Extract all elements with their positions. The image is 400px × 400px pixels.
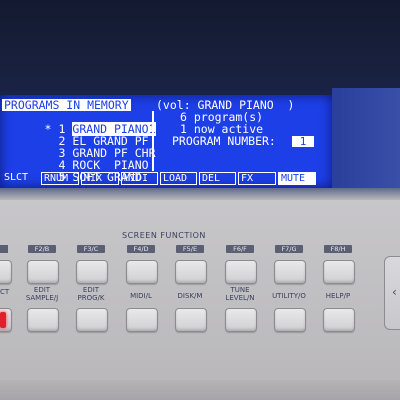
- fkey-label-f2: F2/B: [28, 245, 56, 253]
- softkey-del[interactable]: DEL: [199, 172, 236, 185]
- programs-header: PROGRAMS IN MEMORY: [2, 98, 131, 112]
- function-label-midi: MIDI/L: [130, 292, 152, 300]
- list-divider: [152, 111, 154, 171]
- screen-bezel: [332, 88, 400, 198]
- program-number-field[interactable]: 1: [292, 136, 314, 147]
- f5-button[interactable]: [175, 260, 207, 284]
- edit-prog-button[interactable]: [76, 308, 108, 332]
- tune-level-button[interactable]: [225, 308, 257, 332]
- softkey-fx[interactable]: FX: [238, 172, 276, 185]
- f1-button[interactable]: [0, 260, 12, 284]
- fkey-label-f6: F6/F: [226, 245, 254, 253]
- status-led: [0, 312, 6, 328]
- f8-button[interactable]: [323, 260, 355, 284]
- fkey-label-f3: F3/C: [77, 245, 105, 253]
- fkey-label-f8: F8/H: [324, 245, 352, 253]
- edit-sample-button[interactable]: [27, 308, 59, 332]
- program-list[interactable]: * 1 GRAND PIANO1 2 EL GRAND PF 3 GRAND PF…: [3, 111, 156, 183]
- help-button[interactable]: [323, 308, 355, 332]
- program-row[interactable]: * 1 GRAND PIANO1: [3, 111, 156, 136]
- f2-button[interactable]: [27, 260, 59, 284]
- function-label-help: HELP/P: [325, 292, 351, 300]
- fkey-label-f5: F5/E: [176, 245, 204, 253]
- midi-button[interactable]: [126, 308, 158, 332]
- utility-button[interactable]: [274, 308, 306, 332]
- softkey-slct[interactable]: SLCT: [2, 172, 39, 185]
- panel-bottom-edge: [0, 380, 400, 400]
- f7-button[interactable]: [274, 260, 306, 284]
- softkey-midi[interactable]: MIDI: [121, 172, 158, 185]
- softkey-mute[interactable]: MUTE: [278, 172, 316, 185]
- fkey-label-f4: F4/D: [127, 245, 155, 253]
- f3-button[interactable]: [76, 260, 108, 284]
- program-number-label: PROGRAM NUMBER:: [172, 134, 276, 148]
- panel-shade: [0, 188, 400, 200]
- function-label-disk: DISK/M: [177, 292, 203, 300]
- program-row[interactable]: 3 GRAND PF CHR: [3, 135, 156, 159]
- screen-function-title: SCREEN FUNCTION: [122, 231, 206, 240]
- function-label-utility: UTILITY/O: [272, 292, 306, 300]
- f4-button[interactable]: [126, 260, 158, 284]
- lcd-screen: PROGRAMS IN MEMORY (vol: GRAND PIANO ) *…: [0, 95, 332, 188]
- program-row[interactable]: 2 EL GRAND PF: [3, 123, 153, 147]
- fkey-label-partial: [0, 245, 8, 253]
- softkey-bar: SLCT RNUM MIX MIDI LOAD DEL FX MUTE: [2, 172, 320, 185]
- function-label-edit-sample: EDIT SAMPLE/J: [25, 286, 59, 302]
- f6-button[interactable]: [225, 260, 257, 284]
- function-label-edit-prog: EDIT PROG/K: [77, 286, 105, 302]
- fkey-label-f7: F7/G: [275, 245, 303, 253]
- program-row[interactable]: 5 SOFT GRAND: [3, 159, 153, 183]
- program-row[interactable]: 4 ROCK PIANO: [3, 147, 153, 171]
- function-label-partial: CT: [0, 288, 10, 296]
- softkey-mix[interactable]: MIX: [81, 172, 119, 185]
- softkey-load[interactable]: LOAD: [160, 172, 197, 185]
- cursor-left-icon[interactable]: ‹: [392, 285, 397, 299]
- disk-button[interactable]: [175, 308, 207, 332]
- function-label-tune-level: TUNE LEVEL/N: [225, 286, 255, 302]
- softkey-rnum[interactable]: RNUM: [41, 172, 79, 185]
- housing-top: [0, 0, 400, 95]
